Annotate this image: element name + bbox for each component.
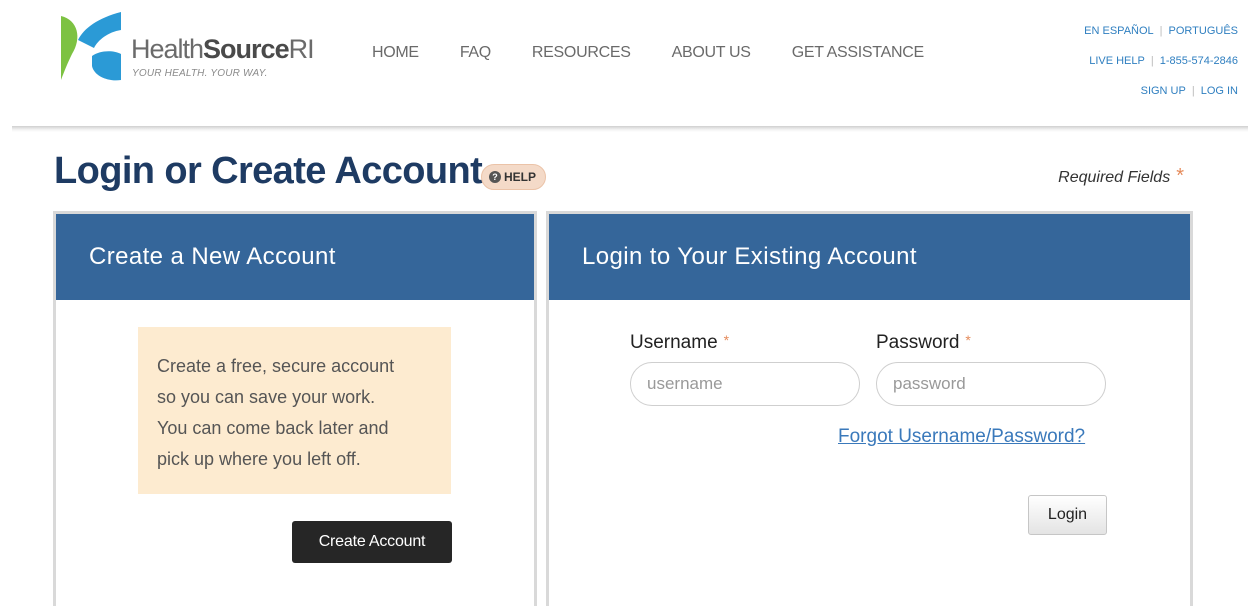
nav-about-us[interactable]: ABOUT US	[672, 44, 751, 62]
info-line: You can come back later and	[157, 418, 389, 438]
nav-get-assistance[interactable]: GET ASSISTANCE	[792, 44, 924, 62]
login-panel: Login to Your Existing Account Username *…	[546, 211, 1193, 606]
create-account-info: Create a free, secure account so you can…	[138, 327, 451, 494]
password-label-text: Password	[876, 332, 960, 353]
create-account-panel: Create a New Account Create a free, secu…	[53, 211, 537, 606]
divider: |	[1150, 55, 1154, 67]
password-label: Password *	[876, 332, 971, 354]
link-live-help[interactable]: LIVE HELP	[1089, 55, 1145, 67]
utility-links: EN ESPAÑOL | PORTUGUÊS LIVE HELP | 1-855-574…	[1084, 16, 1238, 106]
required-fields-text: Required Fields	[1058, 169, 1171, 186]
required-star: *	[723, 332, 730, 348]
required-star: *	[1176, 165, 1184, 187]
main-nav: HOME FAQ RESOURCES ABOUT US GET ASSISTAN…	[372, 44, 965, 62]
required-star: *	[965, 332, 971, 348]
login-heading: Login to Your Existing Account	[549, 214, 1190, 300]
create-account-button[interactable]: Create Account	[292, 521, 452, 563]
question-circle-icon: ?	[489, 171, 501, 183]
username-label: Username *	[630, 332, 729, 354]
brand-name: HealthSourceRI	[131, 34, 315, 64]
username-label-text: Username	[630, 332, 718, 353]
info-line: so you can save your work.	[157, 387, 376, 407]
link-espanol[interactable]: EN ESPAÑOL	[1084, 25, 1154, 37]
link-sign-up[interactable]: SIGN UP	[1141, 85, 1186, 97]
password-input[interactable]	[876, 362, 1106, 406]
help-label: HELP	[504, 170, 537, 184]
healthsource-leaf-logo-icon	[61, 12, 121, 81]
info-line: pick up where you left off.	[157, 449, 361, 469]
login-button[interactable]: Login	[1028, 495, 1107, 535]
header-divider	[12, 126, 1248, 132]
link-portugues[interactable]: PORTUGUÊS	[1169, 25, 1238, 37]
help-button[interactable]: ? HELP	[481, 164, 547, 190]
site-header: HealthSourceRI YOUR HEALTH. YOUR WAY. HO…	[0, 0, 1248, 128]
username-input[interactable]	[630, 362, 860, 406]
divider: |	[1191, 85, 1195, 97]
required-fields-note: Required Fields *	[1058, 165, 1184, 188]
info-line: Create a free, secure account	[157, 356, 395, 376]
link-log-in[interactable]: LOG IN	[1201, 85, 1238, 97]
create-account-heading: Create a New Account	[56, 214, 534, 300]
nav-faq[interactable]: FAQ	[460, 44, 491, 62]
nav-resources[interactable]: RESOURCES	[532, 44, 631, 62]
brand-tagline: YOUR HEALTH. YOUR WAY.	[132, 68, 268, 79]
divider: |	[1159, 25, 1163, 37]
site-logo[interactable]: HealthSourceRI YOUR HEALTH. YOUR WAY.	[58, 10, 333, 88]
forgot-credentials-link[interactable]: Forgot Username/Password?	[838, 426, 1085, 448]
nav-home[interactable]: HOME	[372, 44, 419, 62]
phone-number: 1-855-574-2846	[1159, 55, 1238, 67]
page-title: Login or Create Account	[54, 150, 483, 192]
